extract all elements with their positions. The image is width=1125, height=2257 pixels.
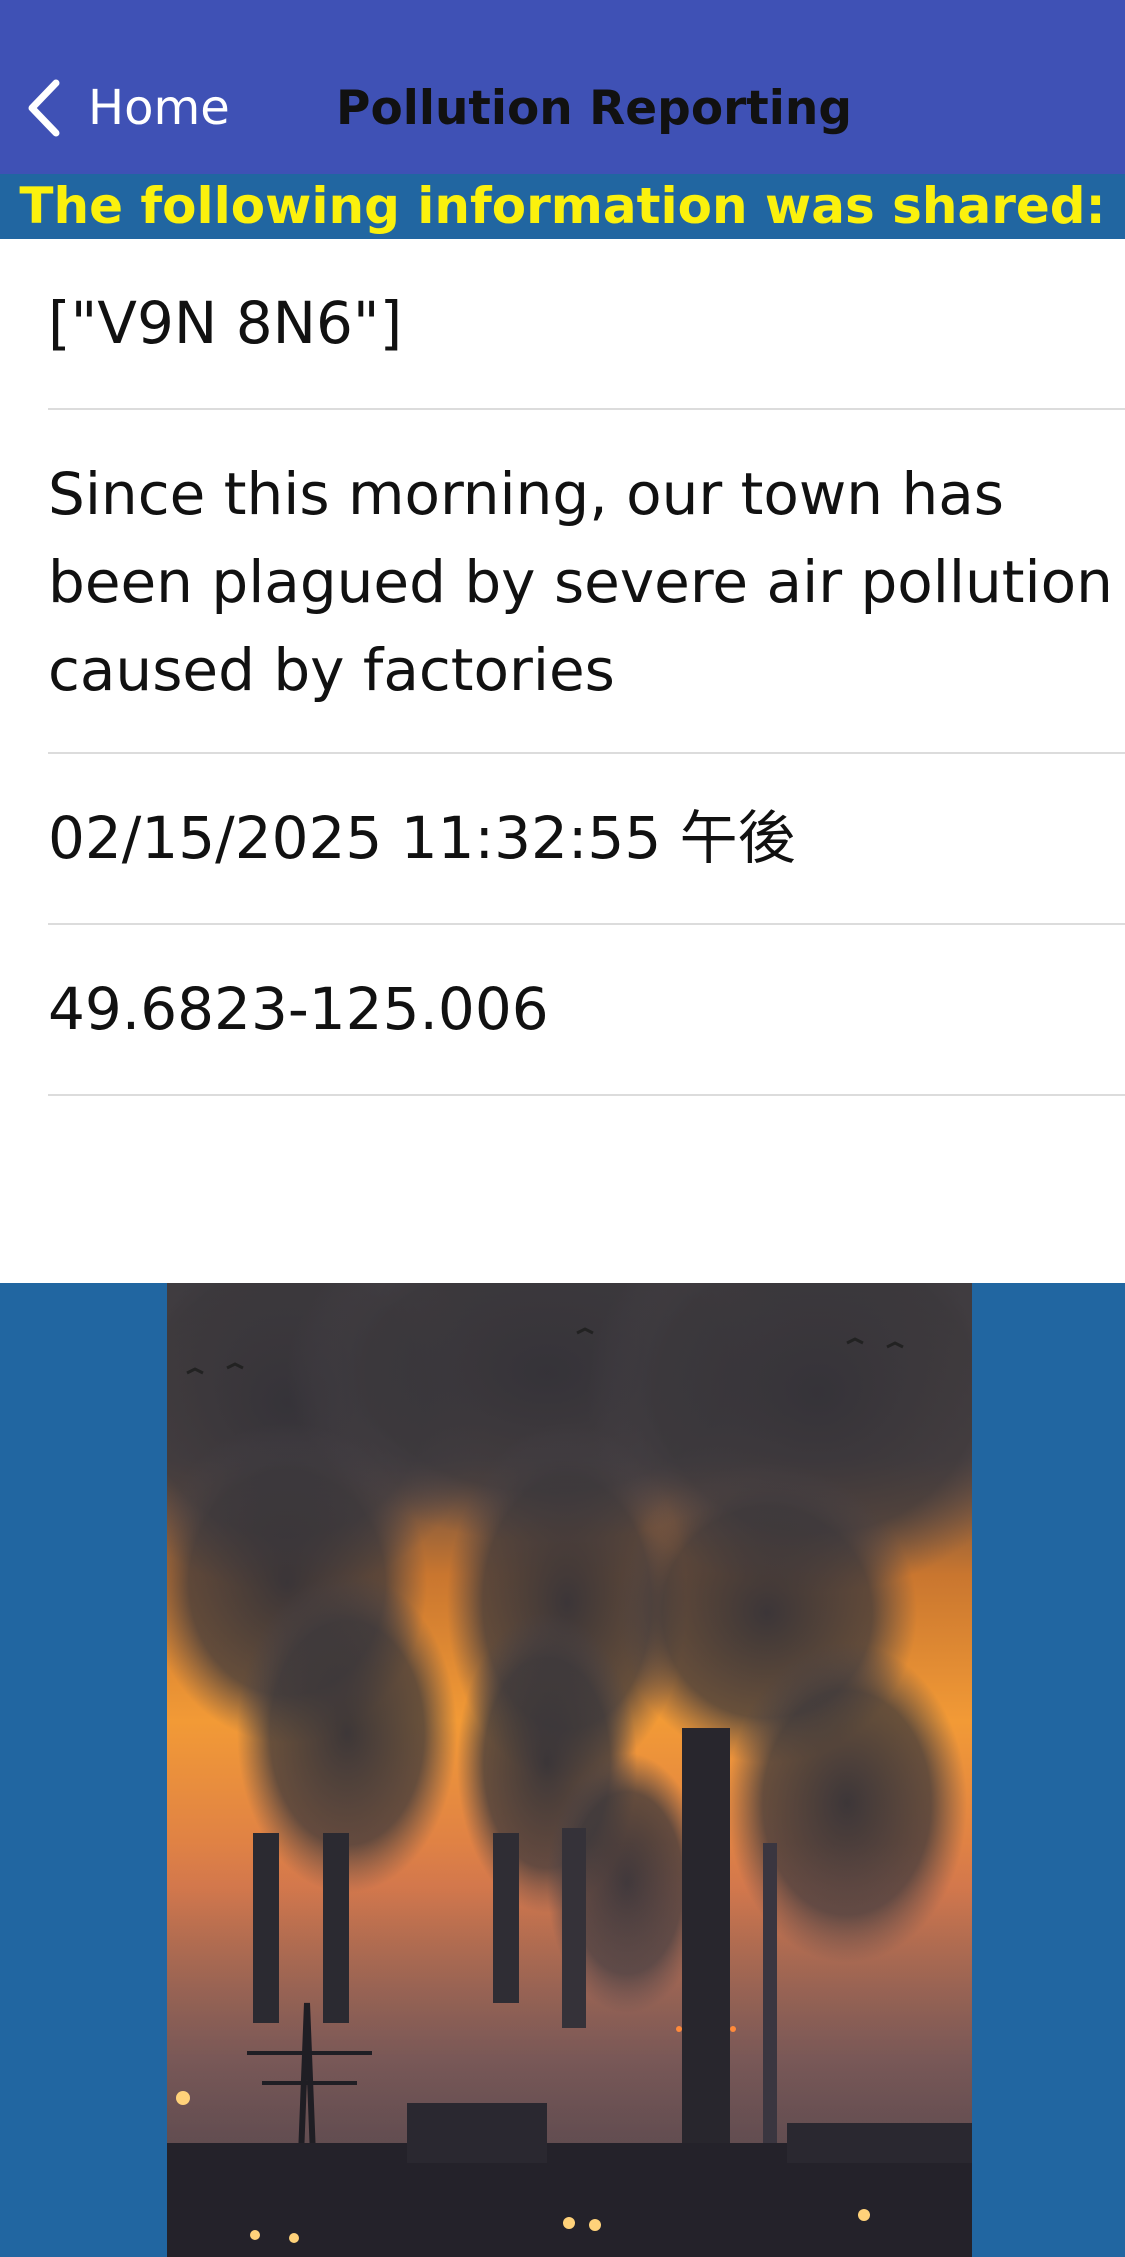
back-label: Home xyxy=(88,80,230,136)
coordinates-text: 49.6823-125.006 xyxy=(48,975,549,1043)
description-text: Since this morning, our town has been pl… xyxy=(48,460,1113,704)
postal-code-text: ["V9N 8N6"] xyxy=(48,289,403,357)
report-details-list: ["V9N 8N6"] Since this morning, our town… xyxy=(0,239,1125,1096)
pollution-photo xyxy=(167,1283,972,2257)
shared-info-banner: The following information was shared: xyxy=(0,174,1125,239)
photo-container xyxy=(0,1283,1125,2257)
timestamp-text: 02/15/2025 11:32:55 午後 xyxy=(48,804,796,872)
list-item-description: Since this morning, our town has been pl… xyxy=(48,410,1125,754)
list-item-coordinates: 49.6823-125.006 xyxy=(48,925,1125,1096)
chevron-left-icon xyxy=(28,79,60,137)
list-item-timestamp: 02/15/2025 11:32:55 午後 xyxy=(48,754,1125,925)
list-item-postal-code: ["V9N 8N6"] xyxy=(48,239,1125,410)
navigation-bar: Home Pollution Reporting xyxy=(0,0,1125,174)
factory-smoke-image xyxy=(167,1283,972,2257)
page-title: Pollution Reporting xyxy=(336,81,852,136)
back-button[interactable]: Home xyxy=(24,72,230,144)
